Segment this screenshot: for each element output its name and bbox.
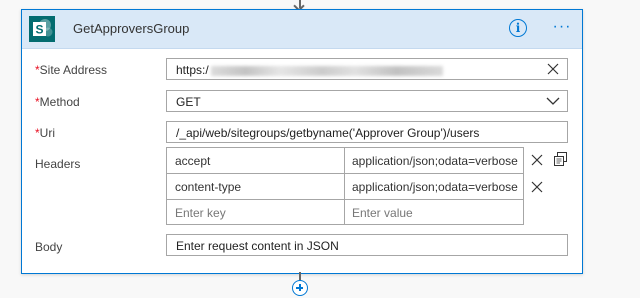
more-options-icon[interactable]: ··· — [550, 17, 574, 37]
header-key-field[interactable]: content-type — [167, 174, 345, 199]
method-value: GET — [176, 95, 201, 109]
header-value-input[interactable]: Enter value — [345, 200, 523, 225]
sharepoint-icon: S — [29, 16, 55, 42]
method-label: *Method — [35, 95, 80, 109]
info-icon[interactable]: i — [509, 19, 527, 37]
uri-label: *Uri — [35, 126, 55, 140]
site-address-value: https:/ — [176, 63, 209, 77]
body-label: Body — [35, 240, 63, 254]
switch-to-text-mode-icon[interactable] — [554, 152, 567, 166]
action-title: GetApproversGroup — [73, 21, 190, 36]
body-placeholder: Enter request content in JSON — [176, 239, 339, 253]
header-value-field[interactable]: application/json;odata=verbose — [345, 174, 523, 199]
chevron-down-icon[interactable] — [546, 97, 560, 106]
uri-value: /_api/web/sitegroups/getbyname('Approver… — [176, 126, 480, 140]
clear-icon[interactable] — [547, 63, 559, 75]
header-key-input[interactable]: Enter key — [167, 200, 345, 225]
method-select[interactable]: GET — [166, 90, 568, 112]
header-value-field[interactable]: application/json;odata=verbose — [345, 148, 523, 173]
headers-label: Headers — [35, 157, 81, 171]
add-step-icon[interactable] — [292, 280, 308, 296]
header-row-new: Enter key Enter value — [167, 200, 523, 225]
delete-header-icon[interactable] — [531, 154, 543, 166]
header-row: accept application/json;odata=verbose — [167, 148, 523, 174]
body-field[interactable]: Enter request content in JSON — [166, 234, 568, 256]
header-key-field[interactable]: accept — [167, 148, 345, 173]
headers-table: accept application/json;odata=verbose co… — [166, 147, 524, 225]
site-address-field[interactable]: https:/ — [166, 58, 568, 80]
delete-header-icon[interactable] — [531, 181, 543, 193]
svg-text:S: S — [35, 23, 43, 37]
uri-field[interactable]: /_api/web/sitegroups/getbyname('Approver… — [166, 121, 568, 143]
header-row: content-type application/json;odata=verb… — [167, 174, 523, 200]
flow-connector-top — [299, 0, 301, 8]
site-address-label: *Site Address — [35, 63, 108, 77]
redacted-url — [210, 65, 443, 76]
action-card: S GetApproversGroup i ··· *Site Address … — [21, 9, 583, 274]
action-card-header[interactable]: S GetApproversGroup i ··· — [22, 10, 582, 49]
